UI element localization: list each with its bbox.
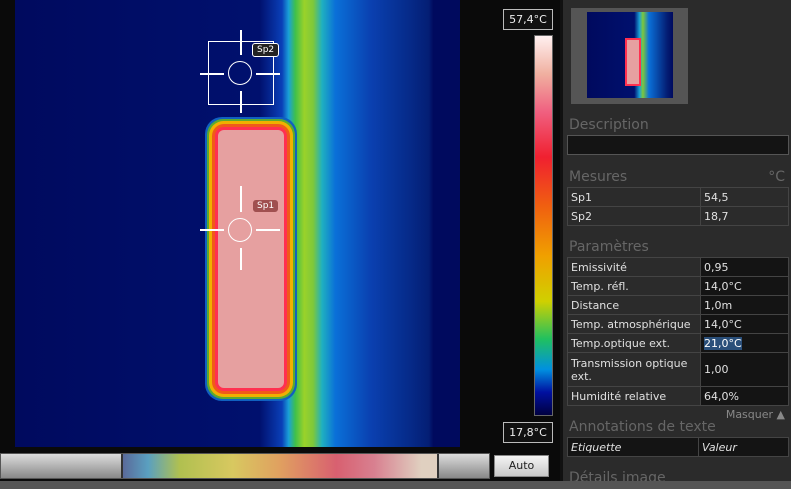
- crosshair-line: [256, 229, 280, 231]
- spot-sp2-circle[interactable]: [228, 61, 252, 85]
- info-panel: Description Mesures °C Sp1 54,5 Sp2 18,7 P…: [560, 0, 791, 486]
- table-row[interactable]: Distance 1,0m: [567, 295, 789, 315]
- image-area: Sp2 Sp1 57,4°C 17,8°C Auto: [0, 0, 560, 489]
- param-name: Temp. atmosphérique: [567, 314, 701, 334]
- param-value[interactable]: 14,0°C: [700, 314, 789, 334]
- auto-button[interactable]: Auto: [494, 455, 549, 477]
- param-value[interactable]: 64,0%: [700, 386, 789, 406]
- params-title: Paramètres: [569, 239, 649, 255]
- measure-name: Sp1: [567, 187, 701, 207]
- param-name: Temp.optique ext.: [567, 333, 701, 353]
- spot-label-sp2: Sp2: [252, 43, 280, 57]
- table-row[interactable]: Temp.optique ext. 21,0°C: [567, 333, 789, 353]
- crosshair-line: [200, 229, 224, 231]
- description-field[interactable]: [567, 135, 789, 155]
- annotations-title: Annotations de texte: [569, 419, 716, 435]
- table-header: Etiquette Valeur: [567, 437, 789, 457]
- measure-name: Sp2: [567, 206, 701, 226]
- measures-unit: °C: [768, 169, 785, 185]
- table-row[interactable]: Transmission optique ext. 1,00: [567, 352, 789, 387]
- param-value[interactable]: 1,00: [700, 352, 789, 387]
- spot-sp1-circle[interactable]: [228, 218, 252, 242]
- params-table: Emissivité 0,95 Temp. réfl. 14,0°C Distanc…: [567, 257, 789, 406]
- thumbnail[interactable]: [571, 8, 688, 104]
- param-value[interactable]: 1,0m: [700, 295, 789, 315]
- table-row: Sp1 54,5: [567, 187, 789, 207]
- thermal-image[interactable]: Sp2 Sp1: [15, 0, 460, 447]
- hot-region: [218, 130, 284, 388]
- spot-label-sp1: Sp1: [253, 200, 279, 212]
- crosshair-line: [240, 30, 242, 55]
- measures-title: Mesures: [569, 169, 628, 185]
- scale-max[interactable]: 57,4°C: [503, 9, 553, 30]
- crosshair-line: [256, 73, 280, 75]
- column-header: Etiquette: [567, 437, 699, 457]
- range-slider-handle[interactable]: [121, 454, 439, 478]
- crosshair-line: [200, 73, 224, 75]
- description-title: Description: [569, 117, 649, 133]
- status-bar: [0, 481, 791, 489]
- param-name: Emissivité: [567, 257, 701, 277]
- annotations-table: Etiquette Valeur: [567, 437, 789, 457]
- table-row: Sp2 18,7: [567, 206, 789, 226]
- param-value[interactable]: 14,0°C: [700, 276, 789, 296]
- crosshair-line: [240, 248, 242, 270]
- thumbnail-hot-region: [627, 40, 639, 84]
- measure-value: 54,5: [700, 187, 789, 207]
- crosshair-line: [240, 186, 242, 212]
- param-name: Transmission optique ext.: [567, 352, 701, 387]
- param-name: Humidité relative: [567, 386, 701, 406]
- param-name: Distance: [567, 295, 701, 315]
- table-row[interactable]: Temp. réfl. 14,0°C: [567, 276, 789, 296]
- hide-link[interactable]: Masquer ▲: [726, 408, 785, 421]
- measures-table: Sp1 54,5 Sp2 18,7: [567, 187, 789, 226]
- color-scale-bar: [534, 35, 553, 416]
- table-row[interactable]: Humidité relative 64,0%: [567, 386, 789, 406]
- crosshair-line: [240, 91, 242, 113]
- measure-value: 18,7: [700, 206, 789, 226]
- param-name: Temp. réfl.: [567, 276, 701, 296]
- selected-text[interactable]: 21,0°C: [704, 336, 742, 350]
- table-row[interactable]: Temp. atmosphérique 14,0°C: [567, 314, 789, 334]
- param-value[interactable]: 0,95: [700, 257, 789, 277]
- param-value-editing[interactable]: 21,0°C: [700, 333, 789, 353]
- scale-min[interactable]: 17,8°C: [503, 422, 553, 443]
- table-row[interactable]: Emissivité 0,95: [567, 257, 789, 277]
- column-header: Valeur: [698, 437, 789, 457]
- thumbnail-image: [587, 12, 673, 98]
